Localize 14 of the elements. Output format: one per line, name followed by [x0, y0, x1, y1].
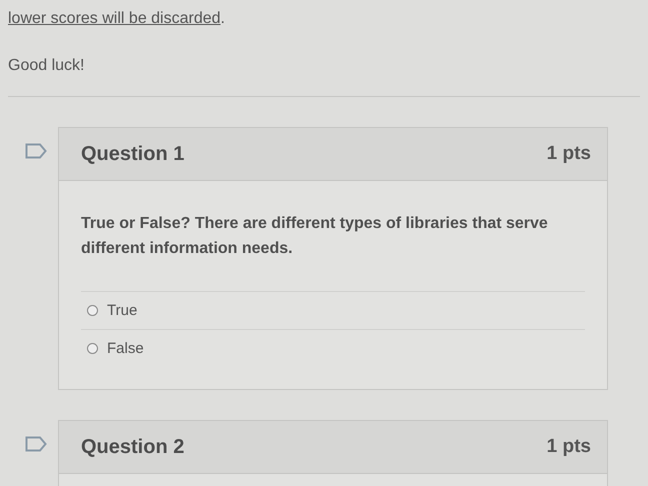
flag-icon[interactable]	[25, 143, 47, 159]
answer-label[interactable]: True	[107, 302, 138, 319]
question-points: 1 pts	[546, 143, 591, 165]
radio-button[interactable]	[87, 305, 98, 316]
question-text: True or False? There are different types of libraries that serve different information needs.	[81, 214, 549, 259]
question-title: Question 1	[81, 142, 184, 166]
intro-link[interactable]: lower scores will be discarded	[8, 10, 221, 27]
radio-button[interactable]	[87, 343, 98, 354]
question-points: 1 pts	[546, 436, 591, 458]
question-title: Question 2	[81, 436, 184, 458]
answer-label[interactable]: False	[107, 340, 144, 357]
flag-icon[interactable]	[25, 436, 47, 452]
closing-text: Good luck!	[8, 56, 86, 76]
intro-text: lower scores will be discarded.	[8, 9, 226, 29]
